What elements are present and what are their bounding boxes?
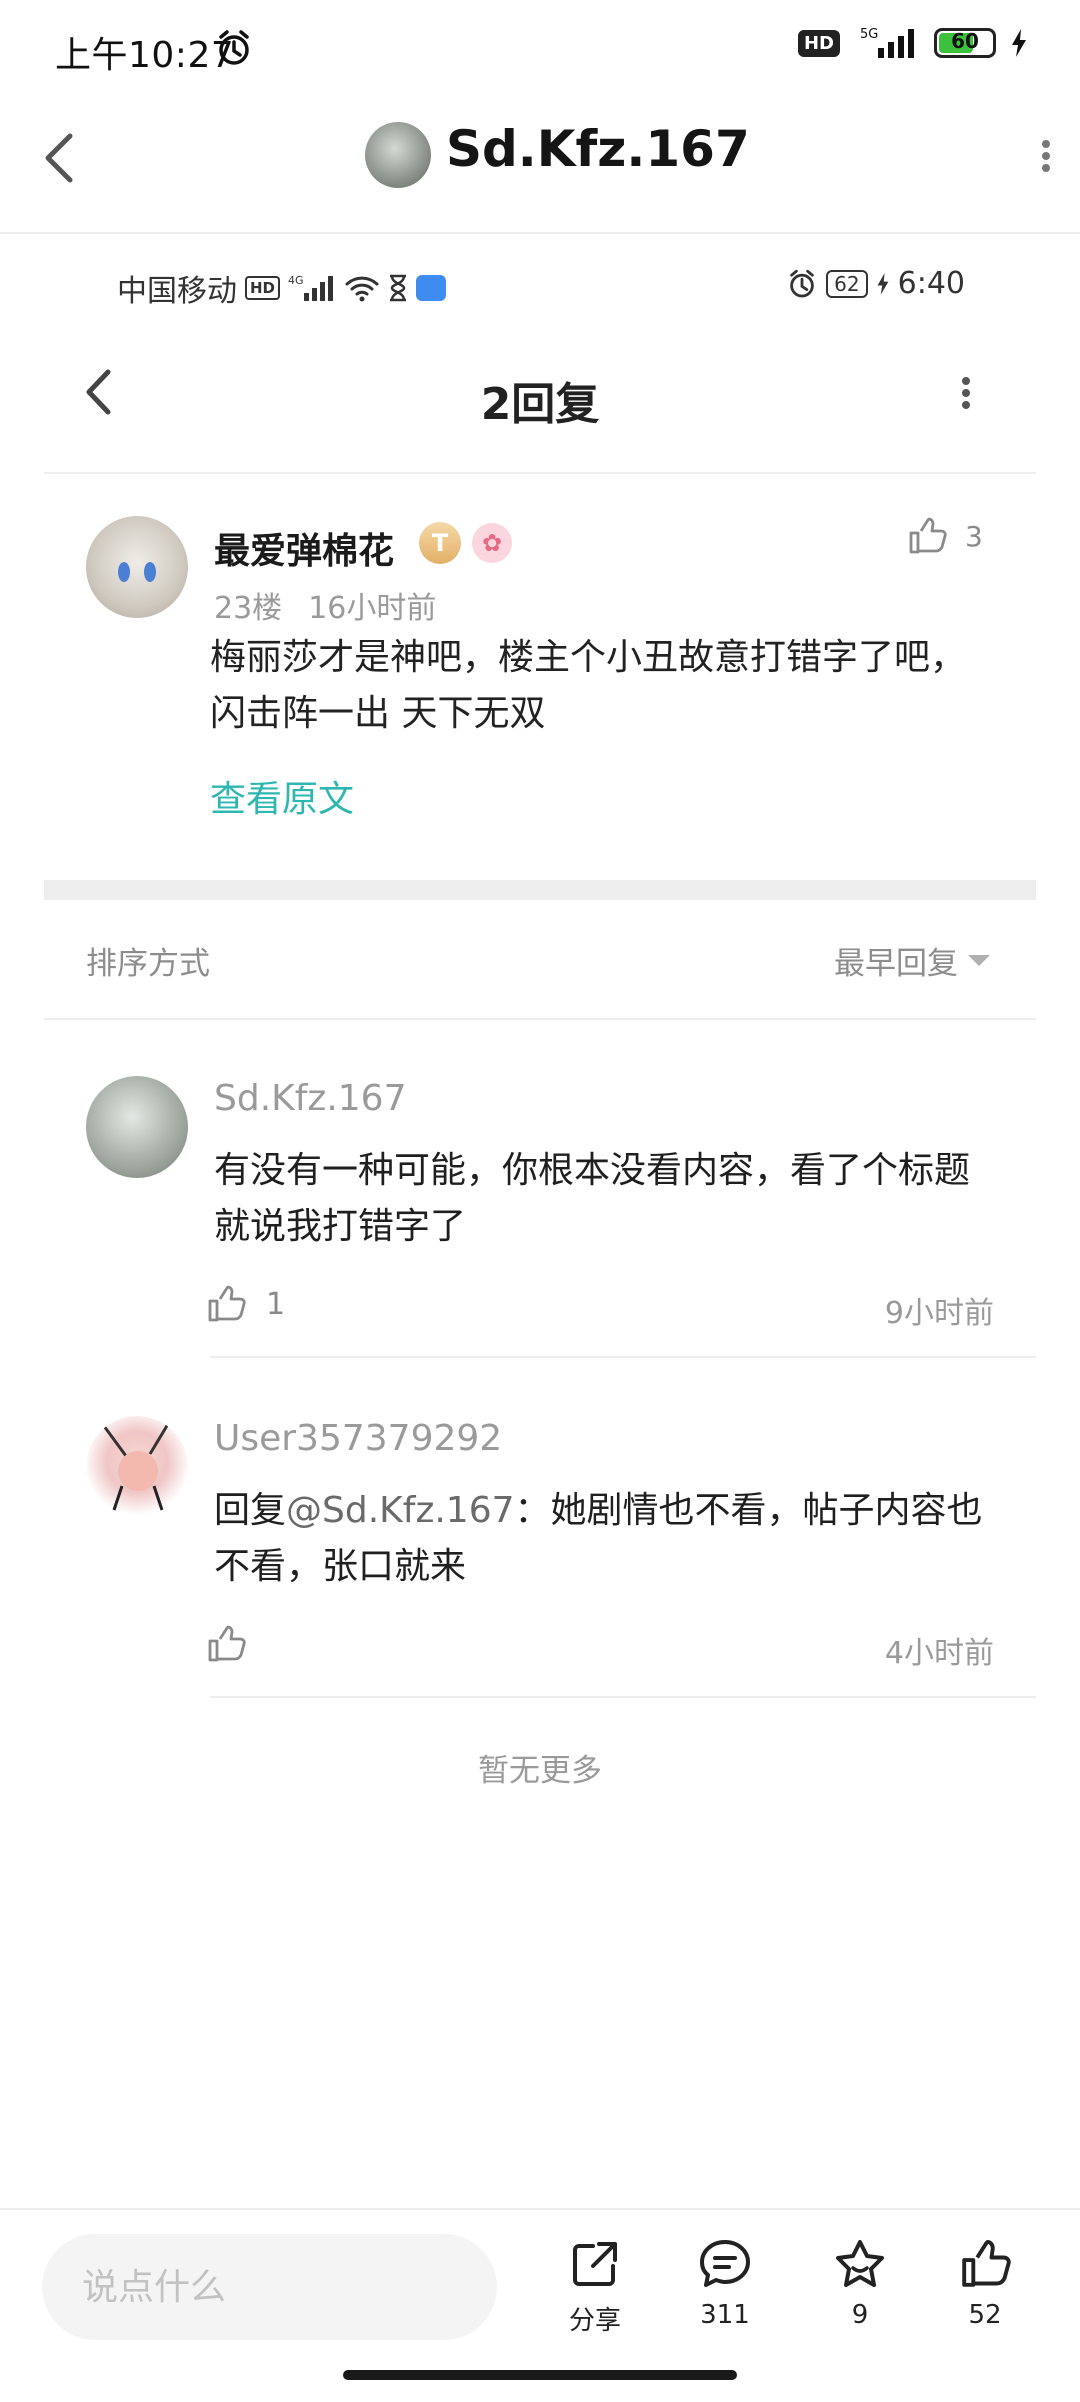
home-indicator[interactable] (343, 2370, 737, 2380)
more-vertical-icon (1042, 140, 1050, 172)
original-post-author[interactable]: 最爱弹棉花 (214, 522, 394, 574)
status-icons: HD 5G 60 (797, 26, 1028, 60)
original-post-meta: 23楼 16小时前 (214, 583, 436, 627)
wifi-icon (344, 274, 380, 302)
page-title: Sd.Kfz.167 (446, 120, 750, 178)
favorite-button[interactable]: 9 (805, 2238, 915, 2330)
thumbs-up-icon (909, 517, 947, 554)
like-button[interactable]: 52 (930, 2238, 1040, 2330)
reply-time: 4小时前 (884, 1636, 994, 1671)
status-time: 上午10:27 (55, 35, 235, 76)
post-time: 16小时前 (308, 591, 437, 626)
view-original-link[interactable]: 查看原文 (210, 770, 354, 822)
cellular-signal-icon: 5G (854, 26, 920, 60)
share-icon (573, 2242, 617, 2286)
sort-value: 最早回复 (834, 946, 958, 982)
level-badge: T (419, 522, 461, 564)
network-type: 4G (288, 274, 304, 287)
original-post-like-button[interactable]: 3 (907, 516, 983, 556)
thumbs-up-icon (962, 2239, 1011, 2287)
mention-link[interactable]: @Sd.Kfz.167 (286, 1490, 514, 1531)
likes-count: 52 (968, 2300, 1002, 2330)
reply-content: 有没有一种可能，你根本没看内容，看了个标题就说我打错字了 (214, 1150, 971, 1247)
caret-down-icon (968, 955, 990, 966)
like-count: 3 (965, 519, 983, 553)
reply-prefix: 回复 (214, 1490, 287, 1531)
like-count: 1 (266, 1286, 286, 1322)
thumbs-up-icon (208, 1285, 246, 1322)
reply-like-button[interactable]: 1 (206, 1284, 285, 1324)
battery-level: 62 (826, 269, 868, 298)
cloud-icon (416, 275, 447, 301)
share-label: 分享 (568, 2306, 621, 2336)
avatar[interactable] (365, 122, 431, 188)
floor-number: 23楼 (214, 591, 283, 626)
reply-like-button[interactable] (206, 1624, 266, 1664)
comment-icon (700, 2240, 750, 2287)
no-more-text: 暂无更多 (478, 1753, 602, 1789)
inner-clock: 6:40 (897, 266, 965, 301)
cellular-signal-icon: 4G (288, 273, 336, 303)
more-button[interactable] (960, 375, 972, 411)
comment-input-wrapper[interactable] (42, 2234, 497, 2340)
reply-time: 9小时前 (884, 1296, 994, 1331)
share-button[interactable]: 分享 (540, 2238, 650, 2337)
network-type: 5G (860, 27, 878, 42)
inner-status-right: 62 6:40 (786, 266, 965, 301)
sort-label: 排序方式 (86, 946, 210, 982)
thumbs-up-icon (208, 1625, 246, 1662)
more-vertical-icon (962, 377, 970, 409)
comment-input[interactable] (42, 2234, 497, 2340)
reply-author[interactable]: User357379292 (214, 1418, 502, 1459)
star-icon (836, 2240, 884, 2287)
section-divider (44, 880, 1036, 900)
sort-dropdown[interactable]: 最早回复 (834, 938, 990, 983)
inner-status-left: 中国移动 HD 4G (117, 266, 447, 310)
thread-header: 2回复 (44, 340, 1036, 474)
reply-avatar[interactable] (86, 1416, 188, 1518)
thread-title: 2回复 (480, 379, 600, 430)
chevron-left-icon (45, 133, 73, 183)
carrier-name: 中国移动 (117, 274, 237, 309)
charging-icon (1010, 28, 1028, 58)
reply-author[interactable]: Sd.Kfz.167 (214, 1078, 406, 1119)
reply-avatar[interactable] (86, 1076, 188, 1178)
sort-row: 排序方式 最早回复 (44, 900, 1036, 1020)
original-post-content: 梅丽莎才是神吧，楼主个小丑故意打错字了吧，闪击阵一出 天下无双 (210, 637, 967, 734)
flower-badge-icon: ✿ (472, 523, 512, 563)
back-button[interactable] (42, 132, 78, 184)
hd-badge: HD (245, 276, 281, 300)
charging-icon (876, 271, 890, 297)
more-button[interactable] (1040, 138, 1052, 174)
comments-count: 311 (700, 2300, 750, 2330)
reply-content: 回复@Sd.Kfz.167：她剧情也不看，帖子内容也不看，张口就来 (214, 1483, 1004, 1595)
favorites-count: 9 (851, 2300, 869, 2330)
alarm-icon (786, 268, 818, 300)
comments-button[interactable]: 311 (670, 2238, 780, 2330)
battery-level: 60 (951, 29, 979, 53)
battery-icon: 60 (934, 28, 996, 58)
alarm-icon (214, 28, 254, 68)
hourglass-icon (388, 274, 408, 302)
divider (210, 1356, 1036, 1358)
original-post-avatar[interactable] (86, 516, 188, 618)
app-header: Sd.Kfz.167 (0, 100, 1080, 234)
divider (210, 1696, 1036, 1698)
hd-badge: HD (797, 29, 840, 57)
